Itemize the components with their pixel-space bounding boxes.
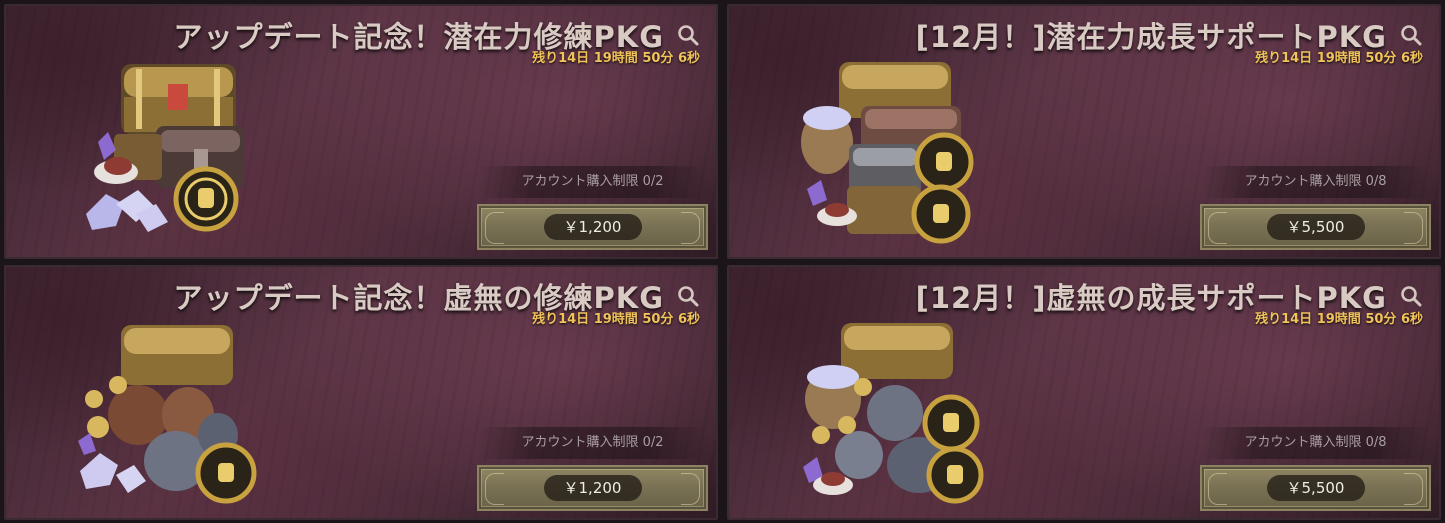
price-label: ￥5,500 xyxy=(1266,214,1365,240)
buy-button[interactable]: ￥1,200 xyxy=(477,465,708,511)
buy-button[interactable]: ￥1,200 xyxy=(477,204,708,250)
search-icon[interactable] xyxy=(1399,284,1423,308)
purchase-limit: アカウント購入制限 0/8 xyxy=(1202,427,1429,459)
package-grid: アップデート記念！潜在力修練PKG 残り14日 19時間 50分 6秒 アカウン… xyxy=(0,0,1445,523)
remaining-time: 残り14日 19時間 50分 6秒 xyxy=(1255,51,1423,66)
search-icon[interactable] xyxy=(676,23,700,47)
ornament-right xyxy=(1404,212,1423,244)
price-label: ￥1,200 xyxy=(543,475,642,501)
purchase-limit: アカウント購入制限 0/8 xyxy=(1202,166,1429,198)
package-card[interactable]: [12月！]虚無の成長サポートPKG 残り14日 19時間 50分 6秒 アカウ… xyxy=(727,265,1441,520)
purchase-limit: アカウント購入制限 0/2 xyxy=(479,166,706,198)
search-icon[interactable] xyxy=(676,284,700,308)
ornament-left xyxy=(1208,212,1227,244)
remaining-time: 残り14日 19時間 50分 6秒 xyxy=(532,312,700,327)
package-items-image xyxy=(86,64,244,232)
price-label: ￥1,200 xyxy=(543,214,642,240)
package-items-image xyxy=(78,325,257,504)
ornament-left xyxy=(1208,473,1227,505)
package-card[interactable]: [12月！]潜在力成長サポートPKG 残り14日 19時間 50分 6秒 アカウ… xyxy=(727,4,1441,259)
search-icon[interactable] xyxy=(1399,23,1423,47)
buy-button[interactable]: ￥5,500 xyxy=(1200,204,1431,250)
ornament-left xyxy=(485,212,504,244)
price-label: ￥5,500 xyxy=(1266,475,1365,501)
package-card[interactable]: アップデート記念！虚無の修練PKG 残り14日 19時間 50分 6秒 アカウン… xyxy=(4,265,718,520)
purchase-limit: アカウント購入制限 0/2 xyxy=(479,427,706,459)
remaining-time: 残り14日 19時間 50分 6秒 xyxy=(532,51,700,66)
package-items-image xyxy=(803,323,984,504)
ornament-right xyxy=(681,473,700,505)
package-items-image xyxy=(801,62,974,244)
ornament-right xyxy=(681,212,700,244)
buy-button[interactable]: ￥5,500 xyxy=(1200,465,1431,511)
ornament-left xyxy=(485,473,504,505)
remaining-time: 残り14日 19時間 50分 6秒 xyxy=(1255,312,1423,327)
package-card[interactable]: アップデート記念！潜在力修練PKG 残り14日 19時間 50分 6秒 アカウン… xyxy=(4,4,718,259)
ornament-right xyxy=(1404,473,1423,505)
